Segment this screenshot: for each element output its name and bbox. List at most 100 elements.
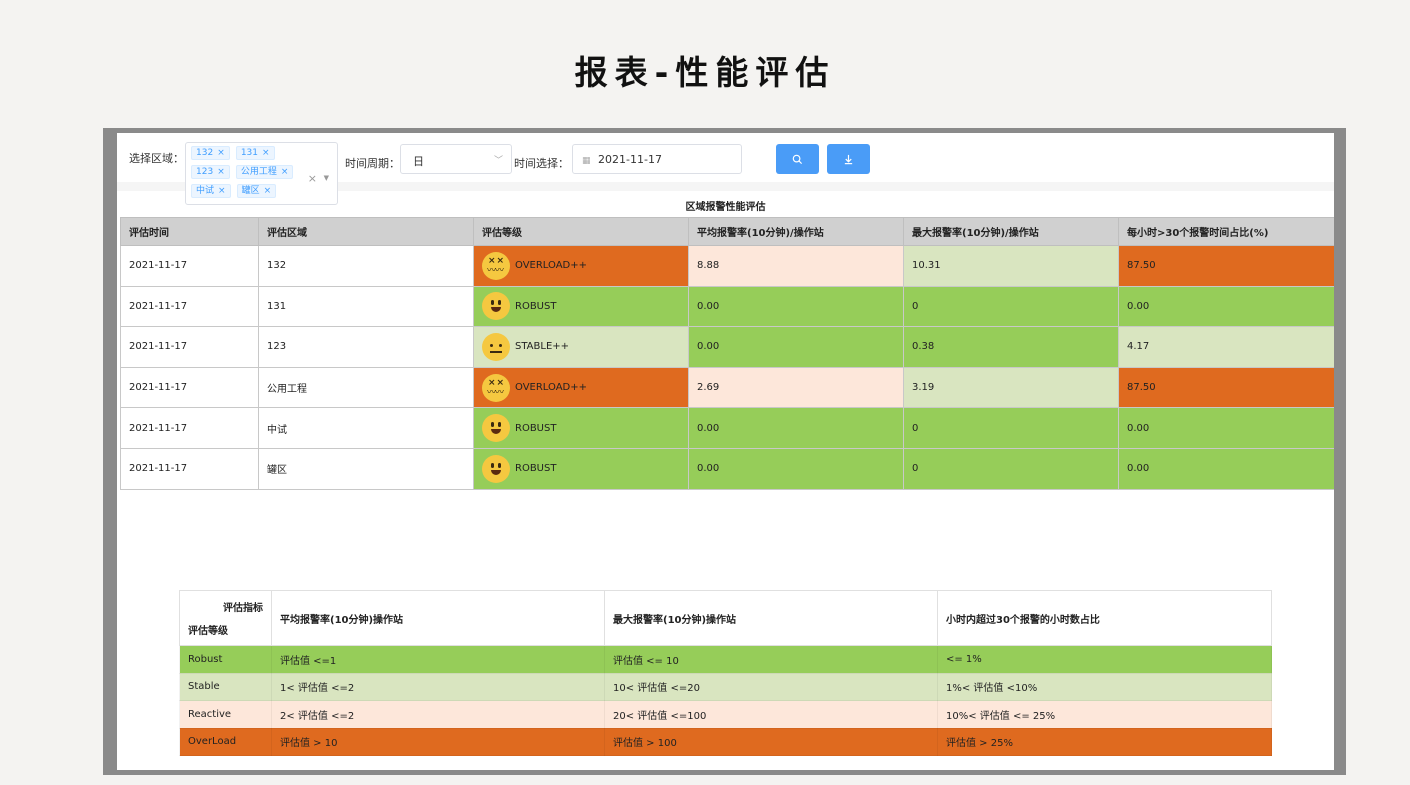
search-icon xyxy=(792,154,803,164)
cell-date: 2021-11-17 xyxy=(120,407,259,449)
happy-face-icon xyxy=(482,292,510,321)
date-label: 时间选择： xyxy=(514,157,569,170)
calendar-icon: ▦ xyxy=(582,156,591,166)
legend-header-row: 评估指标 评估等级 平均报警率(10分钟)操作站 最大报警率(10分钟)操作站 … xyxy=(179,590,1272,646)
legend-threshold-pct: 10%< 评估值 <= 25% xyxy=(937,700,1272,729)
level-label: OVERLOAD++ xyxy=(515,260,588,272)
tag-close-icon: × xyxy=(218,186,226,196)
cell-max-rate: 0.38 xyxy=(903,326,1119,368)
legend-column-header: 最大报警率(10分钟)操作站 xyxy=(604,590,938,646)
cell-hour-pct: 0.00 xyxy=(1118,407,1334,449)
table-row[interactable]: 2021-11-17 公用工程 × × 〰〰 OVERLOAD++ 2.69 3.19 87.5… xyxy=(120,366,1334,409)
cell-level: STABLE++ xyxy=(473,326,689,368)
cell-max-rate: 3.19 xyxy=(903,366,1119,409)
table-row[interactable]: 2021-11-17 中试 ROBUST 0.00 0 0.00 xyxy=(120,407,1334,449)
legend-threshold-max: 10< 评估值 <=20 xyxy=(604,672,938,701)
legend-grade: Stable xyxy=(179,672,272,701)
legend-threshold-avg: 1< 评估值 <=2 xyxy=(271,672,605,701)
level-label: STABLE++ xyxy=(515,341,570,353)
search-button[interactable] xyxy=(776,144,819,174)
filter-bar: 选择区域： 132 × 131 × 123 × 公用工程 × 中试 × 罐区 × × ▼ 时… xyxy=(117,133,1334,205)
cell-avg-rate: 0.00 xyxy=(688,285,904,328)
cell-level: ROBUST xyxy=(473,407,689,449)
tag-close-icon: × xyxy=(262,148,270,158)
region-tag[interactable]: 中试 × xyxy=(191,184,231,198)
column-header[interactable]: 评估时间 xyxy=(120,217,259,246)
legend-threshold-avg: 评估值 <=1 xyxy=(271,645,605,674)
table-row[interactable]: 2021-11-17 131 ROBUST 0.00 0 0.00 xyxy=(120,285,1334,328)
clear-icon[interactable]: × xyxy=(308,172,317,185)
legend-row: Stable 1< 评估值 <=2 10< 评估值 <=20 1%< 评估值 <10% xyxy=(179,672,1272,701)
legend-threshold-max: 评估值 <= 10 xyxy=(604,645,938,674)
report-panel: 选择区域： 132 × 131 × 123 × 公用工程 × 中试 × 罐区 × × ▼ 时… xyxy=(117,133,1334,770)
chevron-down-icon: ﹀ xyxy=(493,156,503,166)
legend-threshold-avg: 评估值 > 10 xyxy=(271,727,605,756)
table-row[interactable]: 2021-11-17 132 × × 〰〰 OVERLOAD++ 8.88 10.31 87.5… xyxy=(120,245,1334,287)
legend-row: Robust 评估值 <=1 评估值 <= 10 <= 1% xyxy=(179,645,1272,674)
region-multiselect[interactable]: 132 × 131 × 123 × 公用工程 × 中试 × 罐区 × × ▼ xyxy=(185,142,338,205)
cell-level: × × 〰〰 OVERLOAD++ xyxy=(473,366,689,409)
column-header[interactable]: 平均报警率(10分钟)/操作站 xyxy=(688,217,904,246)
legend-row: Reactive 2< 评估值 <=2 20< 评估值 <=100 10%< 评估值 … xyxy=(179,700,1272,729)
cell-level: ROBUST xyxy=(473,447,689,490)
cell-date: 2021-11-17 xyxy=(120,366,259,409)
neutral-face-icon xyxy=(482,332,510,361)
cell-max-rate: 0 xyxy=(903,407,1119,449)
legend-row: OverLoad 评估值 > 10 评估值 > 100 评估值 > 25% xyxy=(179,727,1272,756)
cell-area: 公用工程 xyxy=(258,366,474,409)
performance-table: 评估时间 评估区域 评估等级 平均报警率(10分钟)/操作站 最大报警率(10分… xyxy=(120,217,1334,490)
cell-max-rate: 10.31 xyxy=(903,245,1119,287)
cell-hour-pct: 87.50 xyxy=(1118,245,1334,287)
table-header-row: 评估时间 评估区域 评估等级 平均报警率(10分钟)/操作站 最大报警率(10分… xyxy=(120,217,1334,246)
dizzy-face-icon: × × 〰〰 xyxy=(482,373,510,402)
table-row[interactable]: 2021-11-17 123 STABLE++ 0.00 0.38 4.17 xyxy=(120,326,1334,368)
report-frame: 选择区域： 132 × 131 × 123 × 公用工程 × 中试 × 罐区 × × ▼ 时… xyxy=(103,128,1346,775)
region-tag[interactable]: 公用工程 × xyxy=(235,165,294,179)
cell-date: 2021-11-17 xyxy=(120,326,259,368)
legend-table: 评估指标 评估等级 平均报警率(10分钟)操作站 最大报警率(10分钟)操作站 … xyxy=(179,590,1272,756)
cell-hour-pct: 4.17 xyxy=(1118,326,1334,368)
cell-area: 123 xyxy=(258,326,474,368)
cell-hour-pct: 0.00 xyxy=(1118,285,1334,328)
legend-threshold-max: 评估值 > 100 xyxy=(604,727,938,756)
cell-max-rate: 0 xyxy=(903,285,1119,328)
chevron-down-icon[interactable]: ▼ xyxy=(324,174,329,182)
column-header[interactable]: 评估等级 xyxy=(473,217,689,246)
region-tag[interactable]: 123 × xyxy=(191,165,230,179)
table-row[interactable]: 2021-11-17 罐区 ROBUST 0.00 0 0.00 xyxy=(120,447,1334,490)
level-label: ROBUST xyxy=(515,422,557,434)
region-tag[interactable]: 132 × xyxy=(191,146,230,160)
cell-avg-rate: 0.00 xyxy=(688,447,904,490)
period-value: 日 xyxy=(413,155,424,168)
cell-area: 131 xyxy=(258,285,474,328)
legend-grade: OverLoad xyxy=(179,727,272,756)
tag-close-icon: × xyxy=(280,167,289,177)
column-header[interactable]: 每小时>30个报警时间占比(%) xyxy=(1118,217,1334,246)
level-label: ROBUST xyxy=(515,463,557,475)
period-label: 时间周期： xyxy=(345,157,400,170)
cell-date: 2021-11-17 xyxy=(120,285,259,328)
legend-column-header: 小时内超过30个报警的小时数占比 xyxy=(937,590,1272,646)
export-button[interactable] xyxy=(827,144,870,174)
column-header[interactable]: 评估区域 xyxy=(258,217,474,246)
date-value: 2021-11-17 xyxy=(598,153,662,166)
level-label: ROBUST xyxy=(515,300,557,312)
period-select[interactable]: 日 ﹀ xyxy=(400,144,512,174)
cell-area: 132 xyxy=(258,245,474,287)
level-label: OVERLOAD++ xyxy=(515,382,588,394)
region-tag[interactable]: 131 × xyxy=(235,146,275,160)
cell-avg-rate: 0.00 xyxy=(688,407,904,449)
legend-corner-bottom: 评估等级 xyxy=(188,626,228,637)
column-header[interactable]: 最大报警率(10分钟)/操作站 xyxy=(903,217,1119,246)
cell-area: 罐区 xyxy=(258,447,474,490)
happy-face-icon xyxy=(482,414,510,443)
date-picker[interactable]: ▦ 2021-11-17 xyxy=(572,144,742,174)
cell-avg-rate: 8.88 xyxy=(688,245,904,287)
cell-level: ROBUST xyxy=(473,285,689,328)
cell-level: × × 〰〰 OVERLOAD++ xyxy=(473,245,689,287)
legend-grade: Reactive xyxy=(179,700,272,729)
cell-avg-rate: 2.69 xyxy=(688,366,904,409)
region-tag[interactable]: 罐区 × xyxy=(236,184,277,198)
legend-threshold-avg: 2< 评估值 <=2 xyxy=(271,700,605,729)
legend-threshold-pct: <= 1% xyxy=(937,645,1272,674)
